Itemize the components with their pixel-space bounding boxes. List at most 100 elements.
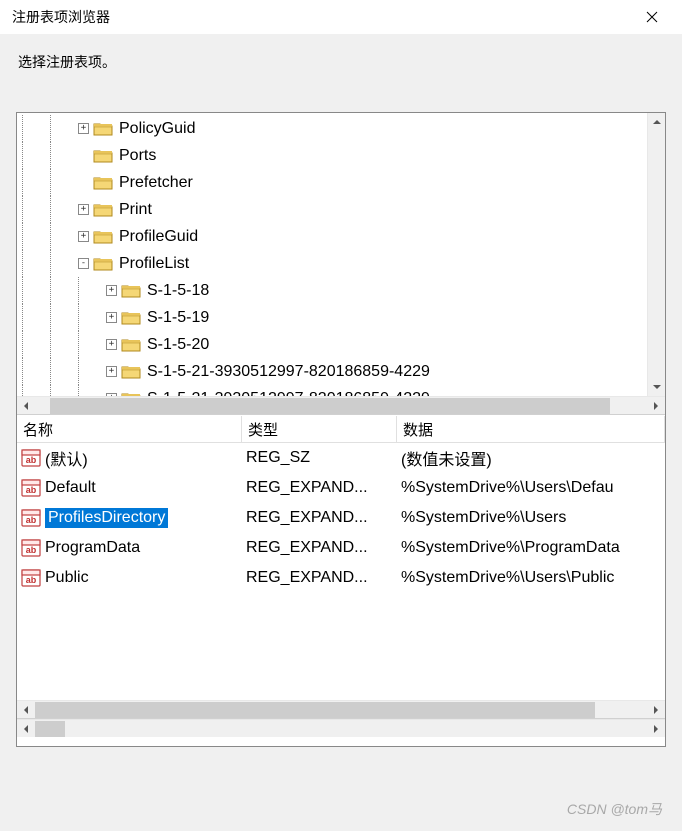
- list-row[interactable]: ab Public REG_EXPAND...%SystemDrive%\Users…: [17, 563, 665, 593]
- folder-icon: [93, 256, 113, 272]
- tree-item[interactable]: + S-1-5-19: [17, 304, 645, 331]
- scroll-right-icon[interactable]: [647, 397, 665, 415]
- list-view[interactable]: ab (默认) REG_SZ(数值未设置) ab Default REG_EXPAND..…: [17, 443, 665, 700]
- list-row[interactable]: ab Default REG_EXPAND...%SystemDrive%\User…: [17, 473, 665, 503]
- folder-icon: [93, 175, 113, 191]
- folder-icon: [121, 364, 141, 380]
- value-type: REG_EXPAND...: [242, 509, 397, 527]
- folder-icon: [121, 310, 141, 326]
- scroll-left-icon[interactable]: [17, 720, 35, 738]
- tree-item-label: S-1-5-21-3930512997-820186859-4229: [147, 363, 430, 381]
- expander-placeholder: [78, 150, 89, 161]
- folder-icon: [93, 229, 113, 245]
- svg-text:ab: ab: [26, 575, 37, 585]
- tree-item-label: Prefetcher: [119, 174, 193, 192]
- tree-item-label: ProfileList: [119, 255, 189, 273]
- col-header-type[interactable]: 类型: [242, 416, 397, 442]
- expand-icon[interactable]: +: [106, 339, 117, 350]
- svg-text:ab: ab: [26, 515, 37, 525]
- value-name: ProfilesDirectory: [45, 508, 168, 528]
- tree-item-label: Print: [119, 201, 152, 219]
- bottom-strip: [17, 718, 665, 746]
- list-row[interactable]: ab (默认) REG_SZ(数值未设置): [17, 443, 665, 473]
- list-header[interactable]: 名称 类型 数据: [17, 416, 665, 443]
- value-type: REG_EXPAND...: [242, 479, 397, 497]
- scroll-right-icon[interactable]: [647, 720, 665, 738]
- folder-icon: [121, 337, 141, 353]
- value-data: %SystemDrive%\ProgramData: [397, 539, 665, 557]
- value-name: ProgramData: [45, 539, 140, 557]
- tree-vertical-scrollbar[interactable]: [647, 113, 665, 396]
- folder-icon: [93, 121, 113, 137]
- reg-string-icon: ab: [21, 569, 41, 587]
- folder-icon: [93, 202, 113, 218]
- value-list-pane: 名称 类型 数据 ab (默认) REG_SZ(数值未设置) ab Default REG…: [17, 415, 665, 718]
- svg-text:ab: ab: [26, 455, 37, 465]
- tree-item[interactable]: Ports: [17, 142, 645, 169]
- value-data: (数值未设置): [397, 446, 665, 470]
- tree-item-label: S-1-5-19: [147, 309, 209, 327]
- scroll-right-icon[interactable]: [647, 701, 665, 719]
- value-data: %SystemDrive%\Users\Public: [397, 569, 665, 587]
- tree-item[interactable]: Prefetcher: [17, 169, 645, 196]
- collapse-icon[interactable]: -: [78, 258, 89, 269]
- value-type: REG_EXPAND...: [242, 539, 397, 557]
- tree-pane: + PolicyGuid Ports Prefetcher + Print + Profile…: [17, 113, 665, 415]
- close-icon: [646, 11, 658, 23]
- tree-item-label: ProfileGuid: [119, 228, 198, 246]
- expand-icon[interactable]: +: [78, 231, 89, 242]
- svg-text:ab: ab: [26, 485, 37, 495]
- tree-item[interactable]: - ProfileList: [17, 250, 645, 277]
- tree-item-label: Ports: [119, 147, 156, 165]
- scroll-down-icon[interactable]: [648, 378, 666, 396]
- list-row[interactable]: ab ProgramData REG_EXPAND...%SystemDrive%\…: [17, 533, 665, 563]
- dialog-body: 选择注册表项。 + PolicyGuid Ports Prefetcher + Print…: [0, 34, 682, 747]
- value-data: %SystemDrive%\Users: [397, 509, 665, 527]
- value-name: (默认): [45, 446, 88, 470]
- expand-icon[interactable]: +: [106, 285, 117, 296]
- tree-item[interactable]: + PolicyGuid: [17, 115, 645, 142]
- scroll-left-icon[interactable]: [17, 701, 35, 719]
- reg-string-icon: ab: [21, 539, 41, 557]
- tree-horizontal-scrollbar[interactable]: [17, 396, 665, 414]
- folder-icon: [121, 283, 141, 299]
- tree-item[interactable]: + Print: [17, 196, 645, 223]
- main-panel: + PolicyGuid Ports Prefetcher + Print + Profile…: [16, 112, 666, 747]
- list-row[interactable]: ab ProfilesDirectory REG_EXPAND...%SystemD…: [17, 503, 665, 533]
- window-title: 注册表项浏览器: [12, 7, 110, 27]
- scrollbar-thumb[interactable]: [35, 721, 65, 737]
- col-header-data[interactable]: 数据: [397, 416, 665, 442]
- col-header-name[interactable]: 名称: [17, 416, 242, 442]
- expand-icon[interactable]: +: [106, 312, 117, 323]
- value-name: Default: [45, 479, 96, 497]
- tree-view[interactable]: + PolicyGuid Ports Prefetcher + Print + Profile…: [17, 113, 647, 396]
- prompt-text: 选择注册表项。: [16, 52, 666, 72]
- expand-icon[interactable]: +: [106, 366, 117, 377]
- scroll-left-icon[interactable]: [17, 397, 35, 415]
- watermark: CSDN @tom马: [567, 799, 662, 819]
- value-data: %SystemDrive%\Users\Defau: [397, 479, 665, 497]
- value-type: REG_SZ: [242, 449, 397, 467]
- scroll-up-icon[interactable]: [648, 113, 666, 131]
- tree-item-label: PolicyGuid: [119, 120, 195, 138]
- titlebar: 注册表项浏览器: [0, 0, 682, 34]
- expand-icon[interactable]: +: [78, 123, 89, 134]
- svg-text:ab: ab: [26, 545, 37, 555]
- tree-item[interactable]: +S-1-5-21-3930512997-820186859-4229: [17, 385, 645, 396]
- reg-string-icon: ab: [21, 479, 41, 497]
- close-button[interactable]: [630, 2, 674, 32]
- expand-icon[interactable]: +: [78, 204, 89, 215]
- expander-placeholder: [78, 177, 89, 188]
- tree-item-label: S-1-5-20: [147, 336, 209, 354]
- reg-string-icon: ab: [21, 509, 41, 527]
- tree-item[interactable]: + S-1-5-20: [17, 331, 645, 358]
- list-horizontal-scrollbar[interactable]: [17, 700, 665, 718]
- value-name: Public: [45, 569, 89, 587]
- value-type: REG_EXPAND...: [242, 569, 397, 587]
- tree-item[interactable]: + S-1-5-21-3930512997-820186859-4229: [17, 358, 645, 385]
- bottom-horizontal-scrollbar[interactable]: [17, 719, 665, 737]
- tree-item[interactable]: +S-1-5-18: [17, 277, 645, 304]
- tree-item[interactable]: + ProfileGuid: [17, 223, 645, 250]
- scrollbar-thumb[interactable]: [50, 398, 610, 414]
- scrollbar-thumb[interactable]: [35, 702, 595, 718]
